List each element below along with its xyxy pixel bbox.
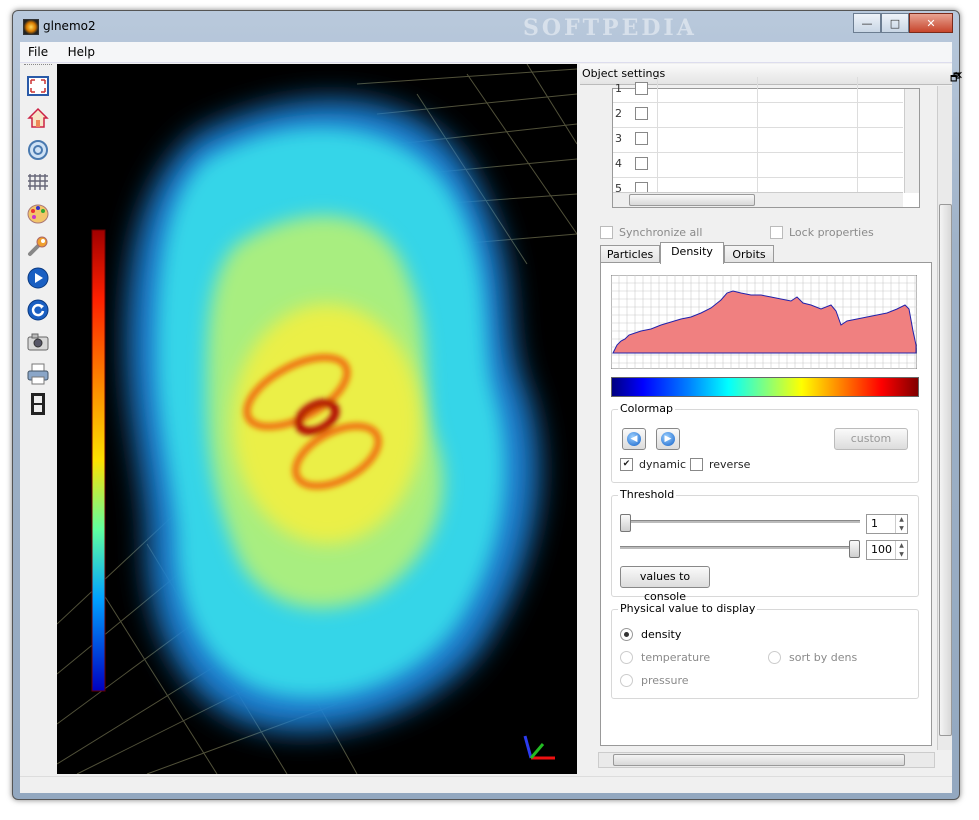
lock-properties-label: Lock properties bbox=[789, 226, 874, 239]
pressure-label: pressure bbox=[641, 674, 689, 687]
table-row[interactable]: 2 bbox=[613, 102, 903, 128]
right-arrow-icon: ▶ bbox=[661, 432, 675, 446]
dynamic-label: dynamic bbox=[639, 458, 687, 471]
reverse-label: reverse bbox=[709, 458, 751, 471]
previous-colormap-button[interactable]: ◀ bbox=[622, 428, 646, 450]
threshold-max-value: 100 bbox=[871, 543, 892, 556]
table-horizontal-scrollbar[interactable] bbox=[613, 192, 903, 207]
radio-density[interactable]: density bbox=[620, 628, 681, 641]
camera-icon[interactable] bbox=[26, 330, 50, 354]
row-checkbox[interactable] bbox=[635, 132, 648, 145]
density-render bbox=[57, 64, 577, 774]
next-colormap-button[interactable]: ▶ bbox=[656, 428, 680, 450]
threshold-group: Threshold 1 ▲ ▼ 100 ▲ ▼ values to consol… bbox=[611, 488, 919, 603]
panel-vertical-scrollbar[interactable] bbox=[937, 86, 952, 750]
panel-horizontal-scrollbar[interactable] bbox=[598, 752, 935, 768]
status-bar bbox=[20, 776, 952, 793]
row-checkbox[interactable] bbox=[635, 82, 648, 95]
object-settings-panel: Object settings 🗗 ✕ 1 2 3 4 5 Synchroniz… bbox=[580, 64, 963, 774]
minimize-button[interactable]: — bbox=[853, 13, 881, 33]
density-histogram[interactable] bbox=[611, 275, 917, 369]
threshold-group-title: Threshold bbox=[618, 488, 677, 501]
table-row[interactable]: 4 bbox=[613, 152, 903, 178]
synchronize-all-checkbox[interactable]: Synchronize all bbox=[600, 226, 702, 239]
panel-close-icon[interactable]: ✕ bbox=[954, 69, 963, 82]
density-tab-pane: Colormap ◀ ▶ custom ✔ dynamic reverse Thr… bbox=[600, 262, 932, 746]
window-title: glnemo2 bbox=[43, 19, 96, 33]
menu-help[interactable]: Help bbox=[60, 42, 103, 59]
wrench-icon[interactable] bbox=[26, 234, 50, 258]
temperature-label: temperature bbox=[641, 651, 711, 664]
spin-arrows-icon[interactable]: ▲ ▼ bbox=[895, 541, 907, 559]
row-number: 4 bbox=[615, 157, 622, 170]
reload-icon[interactable] bbox=[26, 298, 50, 322]
physical-value-group: Physical value to display density temper… bbox=[611, 602, 919, 699]
menu-bar: File Help bbox=[20, 42, 952, 63]
dynamic-checkbox[interactable]: ✔ dynamic bbox=[620, 458, 686, 471]
lock-properties-checkbox[interactable]: Lock properties bbox=[770, 226, 874, 239]
radio-temperature[interactable]: temperature bbox=[620, 651, 710, 664]
watermark-text: SOFTPEDIA bbox=[523, 15, 697, 41]
colormap-group-title: Colormap bbox=[618, 402, 675, 415]
threshold-max-slider[interactable] bbox=[620, 540, 860, 558]
threshold-min-value: 1 bbox=[871, 517, 878, 530]
row-number: 2 bbox=[615, 107, 622, 120]
palette-icon[interactable] bbox=[26, 202, 50, 226]
client-area: File Help Object settings 🗗 ✕ 1 2 3 4 5 … bbox=[20, 42, 963, 793]
tab-density[interactable]: Density bbox=[660, 242, 724, 264]
film-icon[interactable] bbox=[26, 392, 50, 416]
radio-pressure[interactable]: pressure bbox=[620, 674, 689, 687]
fullscreen-icon[interactable] bbox=[26, 74, 50, 98]
title-bar[interactable]: glnemo2 SOFTPEDIA — □ ✕ bbox=[13, 11, 959, 41]
render-viewport[interactable] bbox=[57, 64, 577, 774]
synchronize-all-label: Synchronize all bbox=[619, 226, 703, 239]
printer-icon[interactable] bbox=[26, 362, 50, 386]
menu-file[interactable]: File bbox=[20, 42, 56, 59]
zoom-icon[interactable] bbox=[26, 138, 50, 162]
tab-particles[interactable]: Particles bbox=[600, 245, 660, 263]
spin-arrows-icon[interactable]: ▲ ▼ bbox=[895, 515, 907, 533]
radio-sort-by-dens[interactable]: sort by dens bbox=[768, 651, 857, 664]
maximize-button[interactable]: □ bbox=[881, 13, 909, 33]
home-icon[interactable] bbox=[26, 106, 50, 130]
custom-colormap-button[interactable]: custom bbox=[834, 428, 908, 450]
row-number: 1 bbox=[615, 82, 622, 95]
app-window: glnemo2 SOFTPEDIA — □ ✕ File Help Object… bbox=[12, 10, 963, 800]
toolbar-grip[interactable] bbox=[24, 64, 52, 68]
colormap-gradient-bar bbox=[611, 377, 919, 397]
density-label: density bbox=[641, 628, 682, 641]
play-icon[interactable] bbox=[26, 266, 50, 290]
colormap-scale-bar bbox=[91, 229, 106, 692]
threshold-min-spinbox[interactable]: 1 ▲ ▼ bbox=[866, 514, 908, 534]
app-icon bbox=[23, 19, 39, 35]
table-row[interactable]: 3 bbox=[613, 127, 903, 153]
table-vertical-scrollbar[interactable] bbox=[904, 89, 919, 193]
sort-by-dens-label: sort by dens bbox=[789, 651, 858, 664]
table-row[interactable]: 1 bbox=[613, 77, 903, 103]
values-to-console-button[interactable]: values to console bbox=[620, 566, 710, 603]
close-button[interactable]: ✕ bbox=[909, 13, 953, 33]
check-icon: ✔ bbox=[620, 458, 633, 471]
row-number: 3 bbox=[615, 132, 622, 145]
slider-handle[interactable] bbox=[849, 540, 860, 558]
colormap-group: Colormap ◀ ▶ custom ✔ dynamic reverse bbox=[611, 402, 919, 483]
grid-icon[interactable] bbox=[26, 170, 50, 194]
threshold-max-spinbox[interactable]: 100 ▲ ▼ bbox=[866, 540, 908, 560]
reverse-checkbox[interactable]: reverse bbox=[690, 458, 750, 471]
left-arrow-icon: ◀ bbox=[627, 432, 641, 446]
toolbar bbox=[20, 64, 56, 774]
row-checkbox[interactable] bbox=[635, 107, 648, 120]
row-checkbox[interactable] bbox=[635, 157, 648, 170]
threshold-min-slider[interactable] bbox=[620, 514, 860, 532]
physical-value-group-title: Physical value to display bbox=[618, 602, 758, 615]
slider-handle[interactable] bbox=[620, 514, 631, 532]
object-table: 1 2 3 4 5 bbox=[612, 77, 920, 208]
tab-orbits[interactable]: Orbits bbox=[724, 245, 774, 263]
